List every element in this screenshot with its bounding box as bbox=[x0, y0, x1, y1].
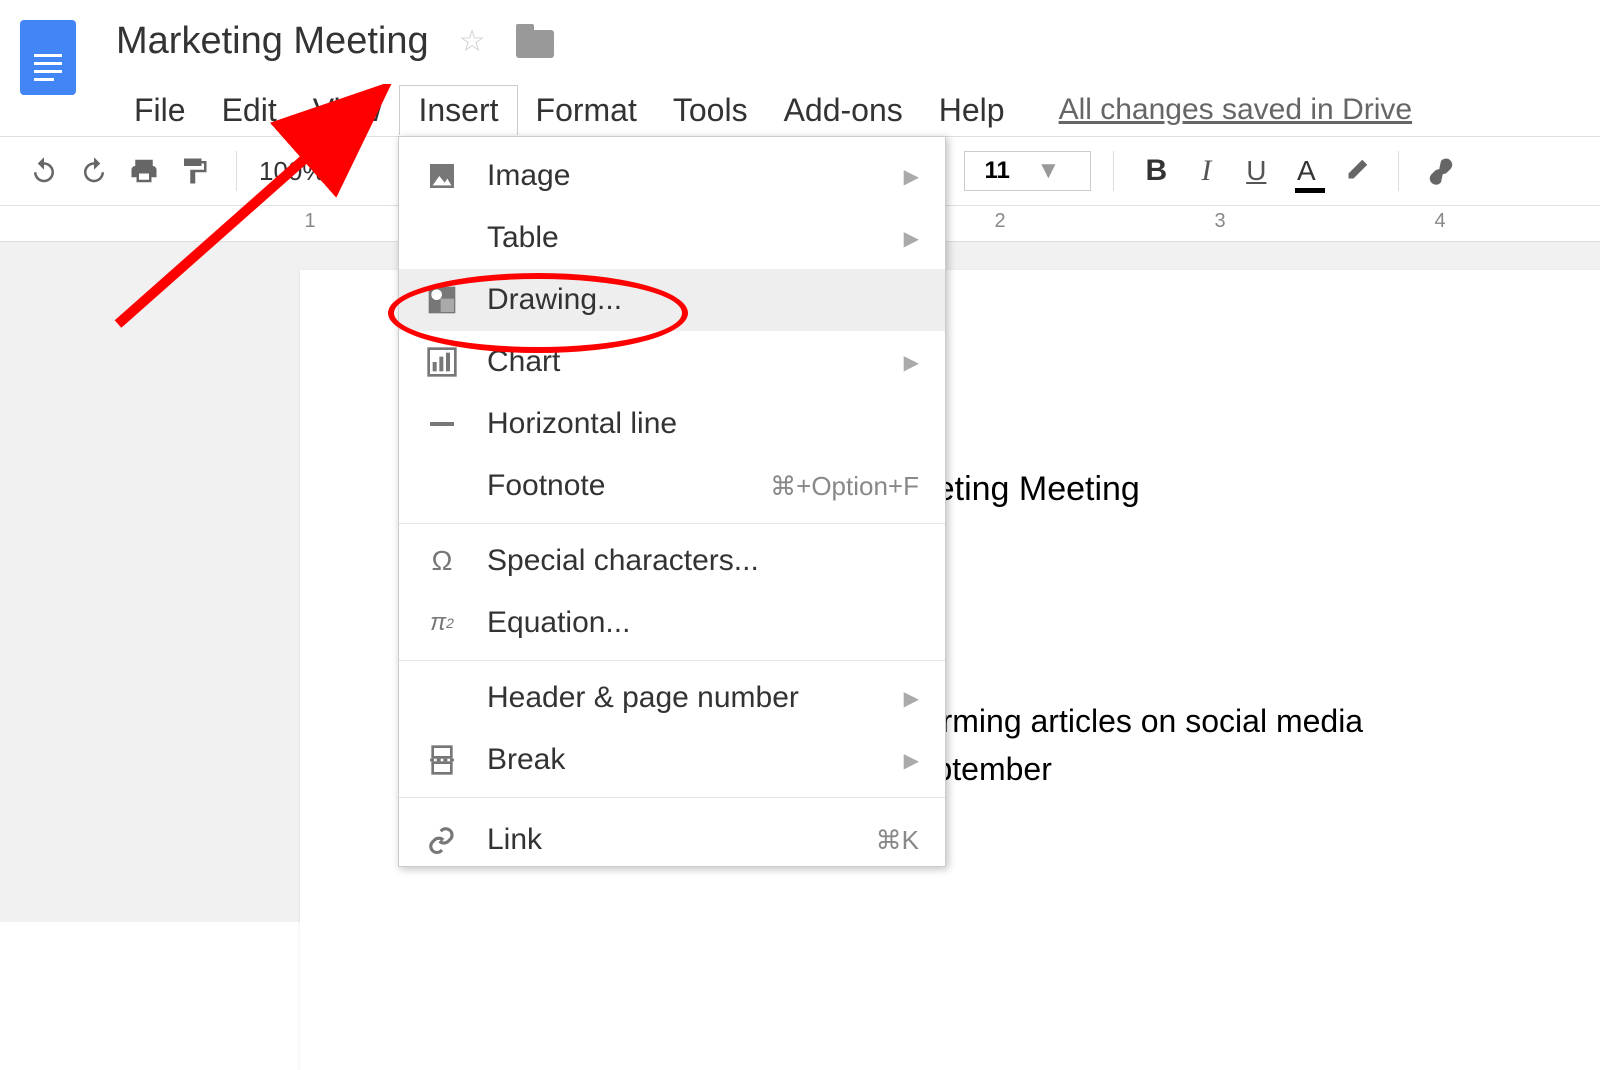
print-icon[interactable] bbox=[124, 151, 164, 191]
menu-addons[interactable]: Add-ons bbox=[766, 86, 921, 135]
insert-footnote[interactable]: Footnote ⌘+Option+F bbox=[399, 455, 945, 517]
submenu-arrow-icon: ▶ bbox=[904, 686, 919, 711]
menu-insert[interactable]: Insert bbox=[399, 85, 517, 135]
drawing-icon bbox=[425, 283, 459, 317]
omega-icon: Ω bbox=[425, 544, 459, 578]
undo-icon[interactable] bbox=[24, 151, 64, 191]
font-size-input[interactable]: 11 ▼ bbox=[964, 151, 1092, 191]
font-size-value: 11 bbox=[985, 157, 1010, 184]
ruler-mark-4: 4 bbox=[1434, 206, 1445, 233]
star-icon[interactable]: ☆ bbox=[459, 24, 486, 59]
bold-icon[interactable]: B bbox=[1136, 151, 1176, 191]
paint-format-icon[interactable] bbox=[174, 151, 214, 191]
insert-table[interactable]: Table ▶ bbox=[399, 207, 945, 269]
insert-break[interactable]: Break ▶ bbox=[399, 729, 945, 791]
insert-special-characters[interactable]: Ω Special characters... bbox=[399, 530, 945, 592]
menu-edit[interactable]: Edit bbox=[204, 86, 295, 135]
italic-icon[interactable]: I bbox=[1186, 151, 1226, 191]
menu-bar: File Edit View Insert Format Tools Add-o… bbox=[116, 85, 1412, 135]
insert-menu-dropdown: Image ▶ Table ▶ Drawing... Chart ▶ Horiz… bbox=[398, 136, 946, 867]
text-color-icon[interactable]: A bbox=[1286, 151, 1326, 191]
submenu-arrow-icon: ▶ bbox=[904, 748, 919, 773]
ruler-mark-1: 1 bbox=[304, 206, 315, 233]
ruler-mark-3: 3 bbox=[1214, 206, 1225, 233]
link-shortcut: ⌘K bbox=[876, 825, 919, 856]
insert-image[interactable]: Image ▶ bbox=[399, 145, 945, 207]
submenu-arrow-icon: ▶ bbox=[904, 164, 919, 189]
insert-horizontal-line[interactable]: Horizontal line bbox=[399, 393, 945, 455]
horizontal-line-icon bbox=[425, 407, 459, 441]
image-icon bbox=[425, 159, 459, 193]
footnote-shortcut: ⌘+Option+F bbox=[770, 471, 919, 502]
menu-help[interactable]: Help bbox=[921, 86, 1023, 135]
insert-equation[interactable]: π2 Equation... bbox=[399, 592, 945, 654]
insert-drawing[interactable]: Drawing... bbox=[399, 269, 945, 331]
chart-icon bbox=[425, 345, 459, 379]
ruler-mark-2: 2 bbox=[994, 206, 1005, 233]
highlight-color-icon[interactable] bbox=[1336, 151, 1376, 191]
zoom-level[interactable]: 100% bbox=[259, 156, 326, 187]
link-icon bbox=[425, 823, 459, 857]
menu-format[interactable]: Format bbox=[518, 86, 655, 135]
folder-move-icon[interactable] bbox=[516, 30, 554, 58]
page-break-icon bbox=[425, 743, 459, 777]
submenu-arrow-icon: ▶ bbox=[904, 226, 919, 251]
submenu-arrow-icon: ▶ bbox=[904, 350, 919, 375]
insert-link[interactable]: Link ⌘K bbox=[399, 804, 945, 866]
pi-squared-icon: π2 bbox=[425, 606, 459, 640]
menu-file[interactable]: File bbox=[116, 86, 204, 135]
app-header: Marketing Meeting ☆ File Edit View Inser… bbox=[0, 0, 1600, 136]
underline-icon[interactable]: U bbox=[1236, 151, 1276, 191]
menu-tools[interactable]: Tools bbox=[655, 86, 766, 135]
document-title[interactable]: Marketing Meeting bbox=[116, 20, 429, 63]
insert-chart[interactable]: Chart ▶ bbox=[399, 331, 945, 393]
save-status[interactable]: All changes saved in Drive bbox=[1059, 93, 1413, 127]
menu-view[interactable]: View bbox=[295, 86, 400, 135]
redo-icon[interactable] bbox=[74, 151, 114, 191]
insert-header-page-number[interactable]: Header & page number ▶ bbox=[399, 667, 945, 729]
insert-link-icon[interactable] bbox=[1421, 151, 1461, 191]
google-docs-icon[interactable] bbox=[20, 20, 76, 95]
